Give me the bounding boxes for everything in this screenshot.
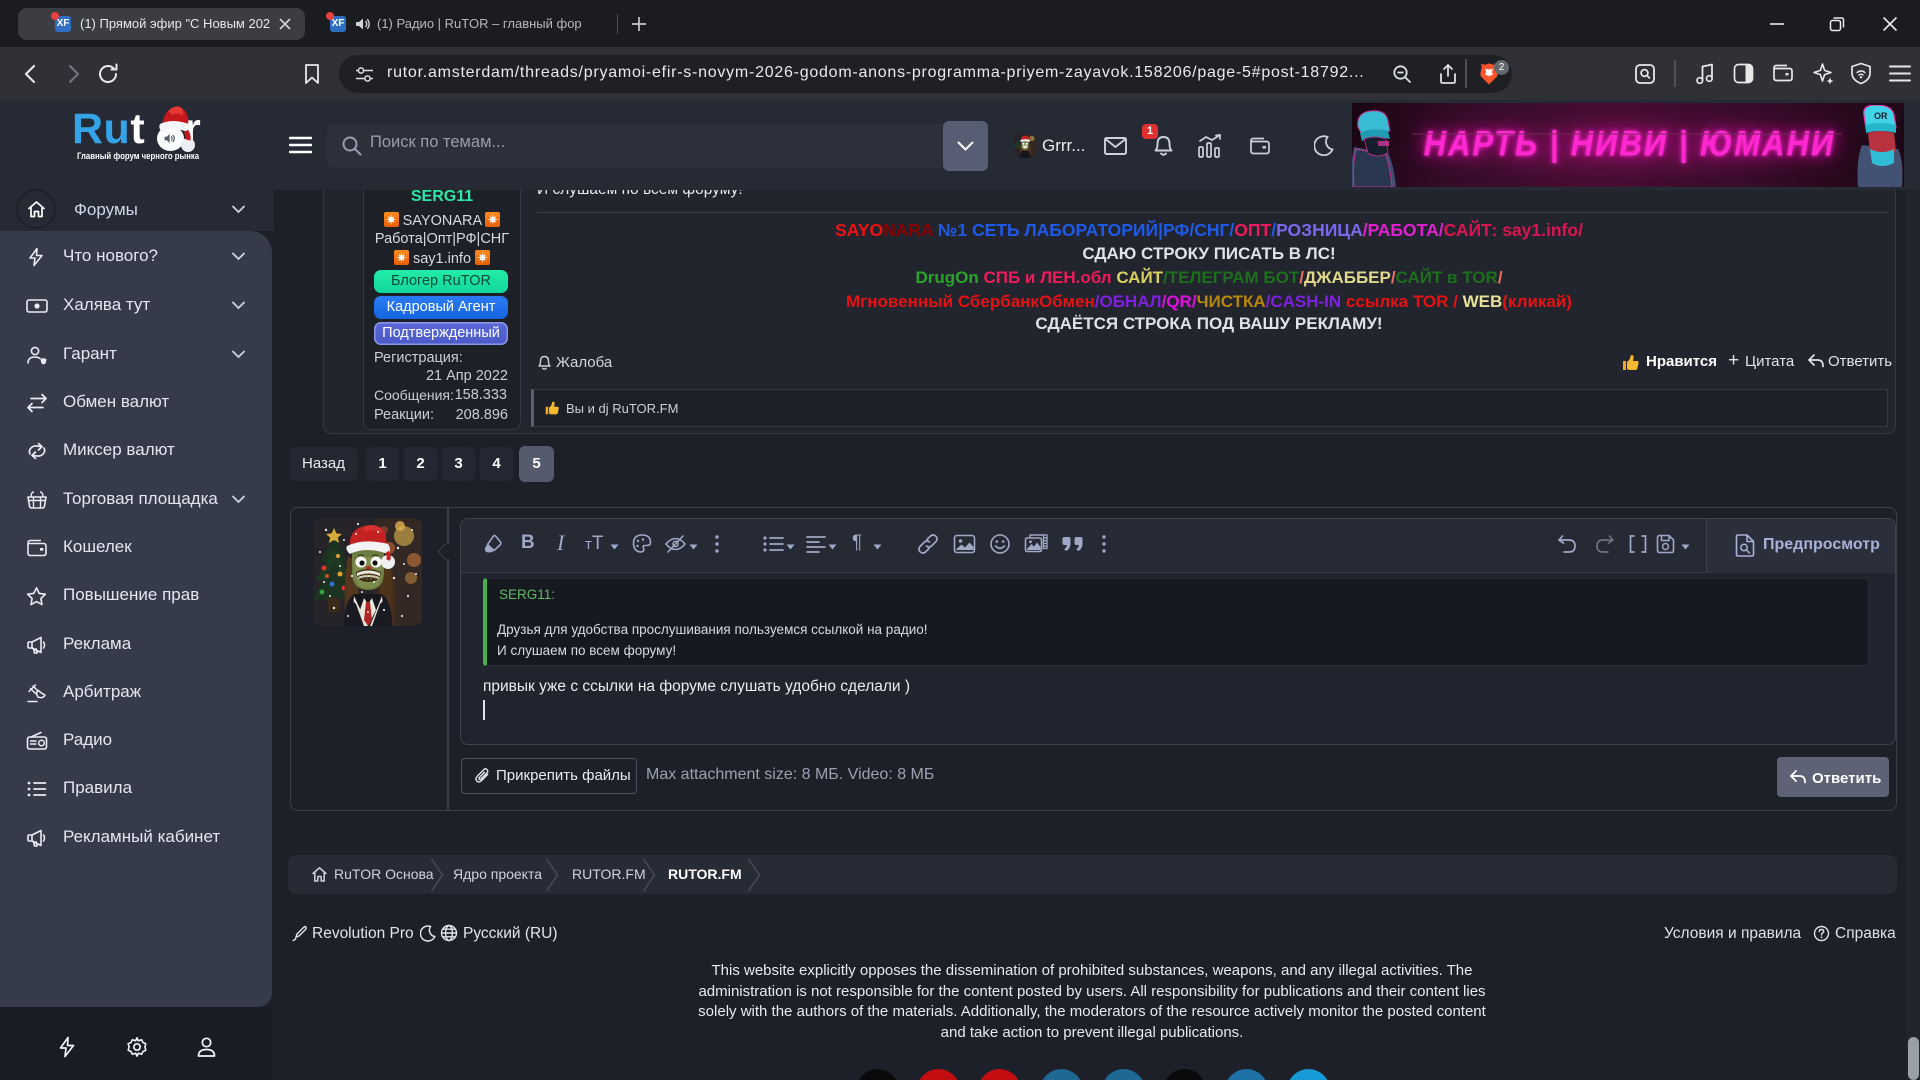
svg-text:OR: OR bbox=[1874, 111, 1888, 121]
